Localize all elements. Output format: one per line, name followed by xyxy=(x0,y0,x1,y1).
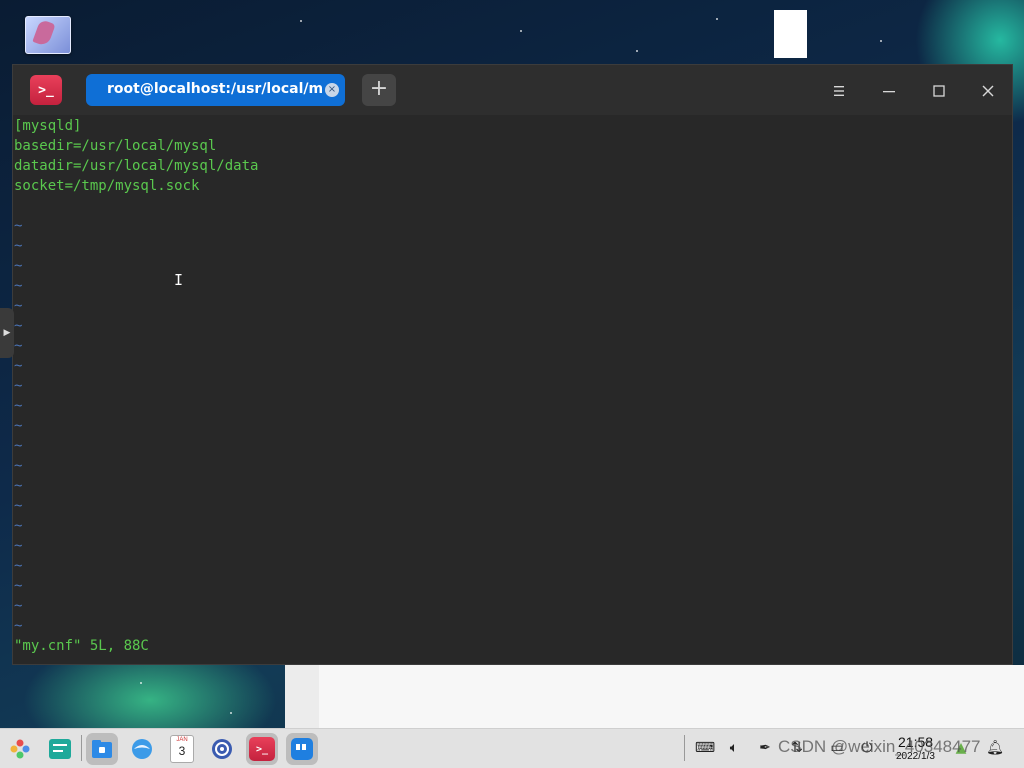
pen-icon[interactable]: ✒︎ xyxy=(756,739,774,757)
maximize-button[interactable] xyxy=(926,78,952,104)
folder-icon xyxy=(92,740,112,758)
side-panel-handle[interactable]: ▶ xyxy=(0,308,14,358)
tab-terminal-session[interactable]: root@localhost:/usr/local/mysql × xyxy=(86,74,345,106)
empty-line-marker: ~ xyxy=(14,418,23,434)
empty-line-marker: ~ xyxy=(14,258,23,274)
menu-button[interactable] xyxy=(826,78,852,104)
terminal-taskbar-button[interactable]: >_ xyxy=(246,733,278,765)
terminal-window: >_ root@localhost:/usr/local/mysql × + xyxy=(12,64,1013,665)
tab-close-icon[interactable]: × xyxy=(325,83,339,97)
empty-line-marker: ~ xyxy=(14,318,23,334)
calendar-day: 3 xyxy=(178,744,186,758)
empty-line-marker: ~ xyxy=(14,338,23,354)
volume-icon[interactable]: 🔈︎ xyxy=(725,739,743,757)
close-icon xyxy=(982,85,994,97)
calendar-icon: JAN 3 xyxy=(170,735,194,763)
multitask-view-icon xyxy=(49,739,71,759)
editor-line: socket=/tmp/mysql.sock xyxy=(14,178,200,194)
minimize-icon xyxy=(883,91,895,93)
empty-line-marker: ~ xyxy=(14,598,23,614)
tab-title: root@localhost:/usr/local/mysql xyxy=(107,81,323,97)
text-cursor-icon: Ι xyxy=(174,271,184,289)
terminal-text-area[interactable]: [mysqld] basedir=/usr/local/mysql datadi… xyxy=(13,115,1012,664)
empty-line-marker: ~ xyxy=(14,458,23,474)
empty-line-marker: ~ xyxy=(14,438,23,454)
multitask-view-button[interactable] xyxy=(44,733,76,765)
empty-line-marker: ~ xyxy=(14,498,23,514)
editor-line: basedir=/usr/local/mysql xyxy=(14,138,217,154)
hamburger-menu-icon xyxy=(834,86,844,96)
chat-app-button[interactable] xyxy=(286,733,318,765)
file-manager-button[interactable] xyxy=(86,733,118,765)
empty-line-marker: ~ xyxy=(14,578,23,594)
empty-line-marker: ~ xyxy=(14,618,23,634)
add-tab-button[interactable]: + xyxy=(362,74,396,106)
background-window-strip xyxy=(285,665,319,728)
background-window xyxy=(285,665,1024,728)
empty-line-marker: ~ xyxy=(14,378,23,394)
tray-separator xyxy=(684,735,685,761)
empty-line-marker: ~ xyxy=(14,538,23,554)
keyboard-icon[interactable]: ⌨ xyxy=(695,739,715,757)
launcher-icon xyxy=(10,739,30,759)
calendar-month: JAN xyxy=(176,737,188,743)
gear-icon xyxy=(212,739,232,759)
close-button[interactable] xyxy=(975,78,1001,104)
empty-line-marker: ~ xyxy=(14,238,23,254)
empty-line-marker: ~ xyxy=(14,278,23,294)
empty-line-marker: ~ xyxy=(14,558,23,574)
settings-button[interactable] xyxy=(206,733,238,765)
chat-icon xyxy=(291,738,313,760)
empty-line-marker: ~ xyxy=(14,478,23,494)
minimize-button[interactable] xyxy=(876,78,902,104)
calendar-button[interactable]: JAN 3 xyxy=(166,733,198,765)
editor-line: datadir=/usr/local/mysql/data xyxy=(14,158,259,174)
notification-icon[interactable]: 🔔︎ xyxy=(986,739,1004,757)
launcher-button[interactable] xyxy=(4,733,36,765)
empty-line-marker: ~ xyxy=(14,518,23,534)
desktop-computer-icon[interactable] xyxy=(25,16,71,54)
empty-line-marker: ~ xyxy=(14,298,23,314)
title-bar[interactable]: >_ root@localhost:/usr/local/mysql × + xyxy=(13,65,1012,115)
browser-button[interactable] xyxy=(126,733,158,765)
editor-line: [mysqld] xyxy=(14,118,82,134)
empty-line-marker: ~ xyxy=(14,358,23,374)
vim-status-line: "my.cnf" 5L, 88C xyxy=(14,638,149,654)
terminal-app-icon: >_ xyxy=(30,75,62,105)
watermark: CSDN @weixin_40348477 xyxy=(778,737,981,756)
browser-icon xyxy=(132,739,152,759)
terminal-app-icon: >_ xyxy=(249,737,275,761)
empty-line-marker: ~ xyxy=(14,398,23,414)
maximize-icon xyxy=(933,85,945,97)
desktop-document-icon[interactable] xyxy=(774,10,807,58)
empty-line-marker: ~ xyxy=(14,218,23,234)
taskbar-separator xyxy=(81,735,82,761)
